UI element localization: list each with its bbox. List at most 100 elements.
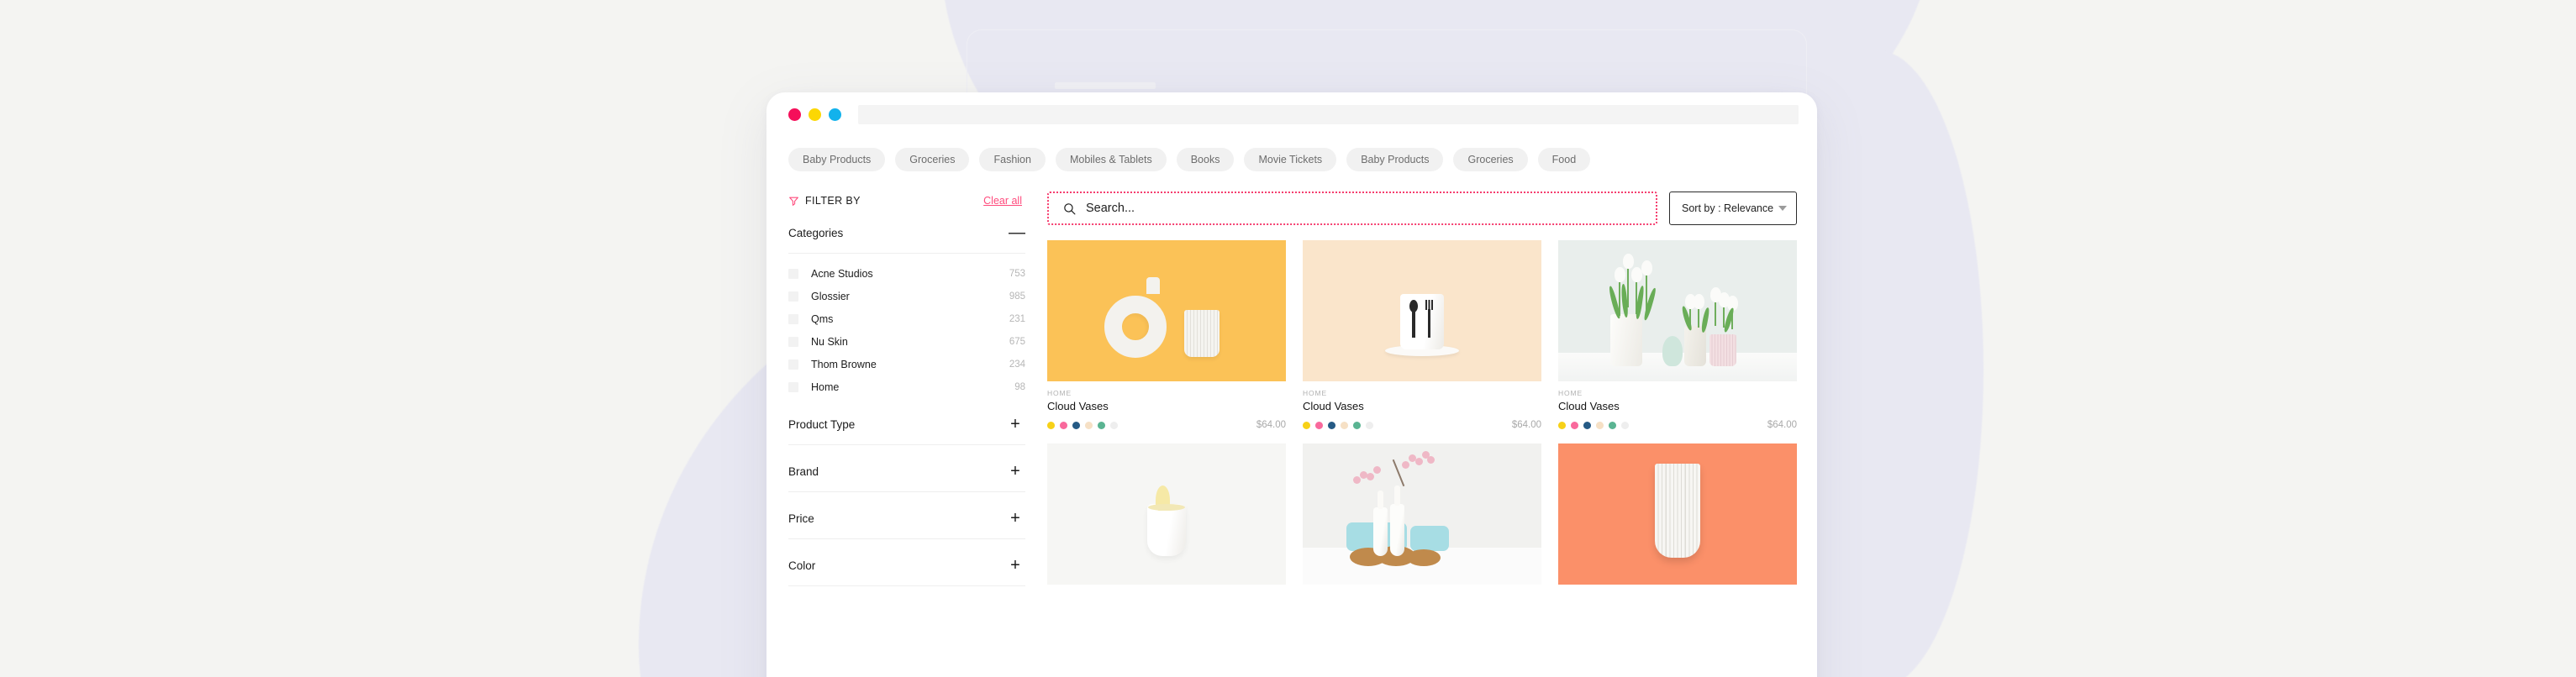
donut-vase-shape xyxy=(1104,296,1167,359)
stem xyxy=(1627,264,1629,308)
category-chip[interactable]: Movie Tickets xyxy=(1244,148,1337,172)
category-filter-row[interactable]: Thom Browne 234 xyxy=(788,353,1025,375)
category-filter-row[interactable]: Acne Studios 753 xyxy=(788,262,1025,285)
lid xyxy=(1148,504,1185,512)
filter-section-header[interactable]: Product Type + xyxy=(788,416,1025,433)
category-count: 98 xyxy=(1014,381,1025,392)
color-swatch[interactable] xyxy=(1085,421,1093,429)
divider xyxy=(788,491,1025,493)
search-icon xyxy=(1064,203,1076,215)
product-image[interactable] xyxy=(1558,443,1797,585)
color-swatch[interactable] xyxy=(1353,421,1361,429)
color-swatch[interactable] xyxy=(1596,421,1604,429)
filter-section-header[interactable]: Color + xyxy=(788,557,1025,574)
category-chip[interactable]: Groceries xyxy=(1453,148,1528,172)
product-image[interactable] xyxy=(1047,443,1286,585)
product-image[interactable] xyxy=(1303,443,1541,585)
checkbox[interactable] xyxy=(788,336,798,347)
color-swatch[interactable] xyxy=(1558,421,1566,429)
category-chip[interactable]: Mobiles & Tablets xyxy=(1055,148,1167,172)
product-card[interactable]: HOME Cloud Vases $64.00 xyxy=(1558,240,1797,430)
maximize-button[interactable] xyxy=(829,108,841,121)
cup xyxy=(1400,294,1444,350)
category-chip[interactable]: Books xyxy=(1176,148,1235,172)
product-image[interactable] xyxy=(1558,240,1797,382)
search-placeholder-text: Search... xyxy=(1086,202,1135,216)
plus-icon[interactable]: + xyxy=(1009,557,1022,574)
divider xyxy=(788,444,1025,446)
color-swatch[interactable] xyxy=(1328,421,1335,429)
color-swatch[interactable] xyxy=(1110,421,1118,429)
plus-icon[interactable]: + xyxy=(1009,416,1022,433)
product-image[interactable] xyxy=(1047,240,1286,382)
checkbox[interactable] xyxy=(788,268,798,279)
filter-section-header[interactable]: Price + xyxy=(788,510,1025,527)
product-card[interactable] xyxy=(1303,443,1541,585)
filter-section-title: Categories xyxy=(788,226,844,239)
category-label: Thom Browne xyxy=(811,358,877,370)
category-chip[interactable]: Baby Products xyxy=(1346,148,1444,172)
color-swatch[interactable] xyxy=(1366,421,1373,429)
close-button[interactable] xyxy=(788,108,801,121)
color-swatch[interactable] xyxy=(1621,421,1629,429)
bottle-right xyxy=(1390,504,1404,557)
product-price: $64.00 xyxy=(1256,420,1286,431)
filter-section-header-categories[interactable]: Categories — xyxy=(788,224,1025,241)
filter-section-title: Brand xyxy=(788,464,819,478)
checkbox[interactable] xyxy=(788,359,798,370)
color-swatch-group xyxy=(1047,421,1118,429)
product-card[interactable] xyxy=(1047,443,1286,585)
color-swatch[interactable] xyxy=(1098,421,1105,429)
product-name: Cloud Vases xyxy=(1047,400,1109,413)
plus-icon[interactable]: + xyxy=(1009,463,1022,480)
filter-header-left: FILTER BY xyxy=(788,195,861,207)
color-swatch[interactable] xyxy=(1583,421,1591,429)
category-filter-row[interactable]: Nu Skin 675 xyxy=(788,330,1025,353)
search-toolbar: Search... Sort by : Relevance xyxy=(1047,190,1797,226)
filter-section: Color + xyxy=(788,557,1025,587)
color-swatch[interactable] xyxy=(1060,421,1067,429)
address-bar[interactable] xyxy=(858,104,1799,124)
color-swatch[interactable] xyxy=(1303,421,1310,429)
blossom xyxy=(1402,461,1409,470)
vase-large xyxy=(1610,314,1642,367)
checkbox[interactable] xyxy=(788,313,798,324)
product-card[interactable] xyxy=(1558,443,1797,585)
minus-icon[interactable]: — xyxy=(1009,224,1025,241)
plus-icon[interactable]: + xyxy=(1009,510,1022,527)
filter-section-header[interactable]: Brand + xyxy=(788,463,1025,480)
sort-by-dropdown[interactable]: Sort by : Relevance xyxy=(1669,192,1797,226)
category-chip[interactable]: Food xyxy=(1537,148,1591,172)
product-card[interactable]: HOME Cloud Vases $64.00 xyxy=(1303,240,1541,430)
category-chip[interactable]: Groceries xyxy=(895,148,970,172)
color-swatch[interactable] xyxy=(1609,421,1616,429)
category-filter-row[interactable]: Qms 231 xyxy=(788,307,1025,330)
color-swatch[interactable] xyxy=(1341,421,1348,429)
color-swatch[interactable] xyxy=(1072,421,1080,429)
divider xyxy=(788,538,1025,540)
color-swatch[interactable] xyxy=(1571,421,1578,429)
filter-section-title: Price xyxy=(788,512,814,525)
browser-title-bar xyxy=(766,92,1817,136)
category-chip[interactable]: Baby Products xyxy=(788,148,886,172)
category-chip[interactable]: Fashion xyxy=(979,148,1046,172)
product-name: Cloud Vases xyxy=(1558,400,1620,413)
category-checkbox-list: Acne Studios 753 Glossier 985 Qms 231 Nu Skin 6… xyxy=(788,262,1025,398)
color-swatch[interactable] xyxy=(1047,421,1055,429)
color-swatch[interactable] xyxy=(1315,421,1323,429)
clear-all-link[interactable]: Clear all xyxy=(983,195,1022,207)
category-filter-row[interactable]: Home 98 xyxy=(788,375,1025,398)
chevron-down-icon[interactable] xyxy=(1778,206,1787,212)
category-label: Qms xyxy=(811,312,834,325)
filter-section-title: Color xyxy=(788,559,816,572)
checkbox[interactable] xyxy=(788,381,798,392)
minimize-button[interactable] xyxy=(809,108,821,121)
product-card[interactable]: HOME Cloud Vases $64.00 xyxy=(1047,240,1286,430)
browser-window: Baby Products Groceries Fashion Mobiles & T… xyxy=(766,92,1817,677)
search-input[interactable]: Search... xyxy=(1047,192,1657,226)
product-image[interactable] xyxy=(1303,240,1541,382)
ribbed-cup-shape xyxy=(1184,310,1220,358)
checkbox[interactable] xyxy=(788,291,798,302)
product-footer: $64.00 xyxy=(1558,420,1797,430)
category-filter-row[interactable]: Glossier 985 xyxy=(788,285,1025,307)
